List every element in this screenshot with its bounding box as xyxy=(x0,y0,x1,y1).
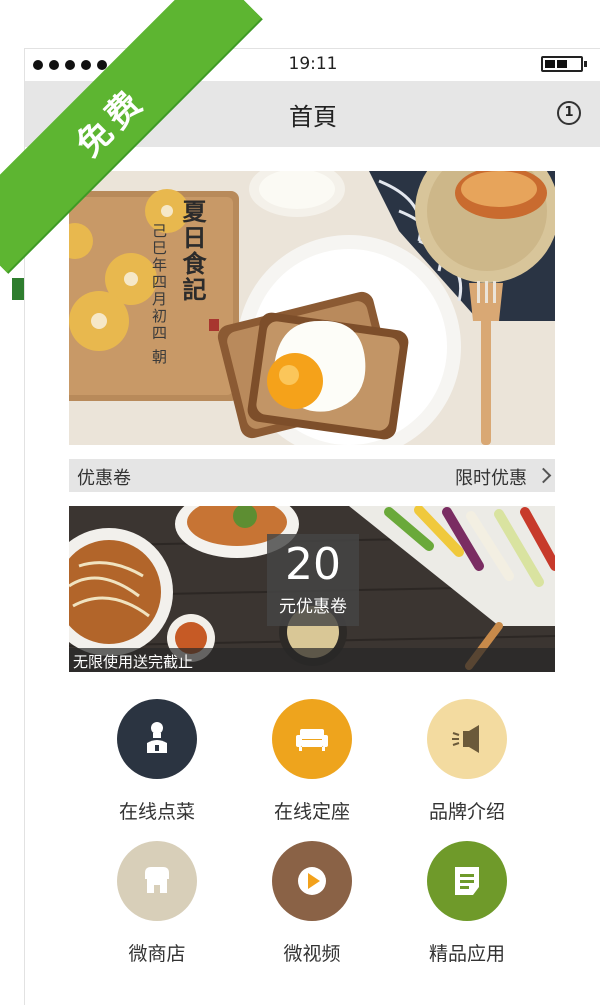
promo-footer: 无限使用送完截止 xyxy=(69,648,555,672)
hero-food-image xyxy=(69,171,555,445)
hero-caption: 夏日食記 xyxy=(178,199,207,303)
grid-label: 在线定座 xyxy=(273,801,350,823)
chef-icon xyxy=(117,699,197,779)
grid-item-micro-shop[interactable]: 微商店 xyxy=(87,841,227,966)
ribbon-fold xyxy=(12,278,24,300)
grid-label: 品牌介绍 xyxy=(428,801,505,823)
coupon-section-header[interactable]: 优惠卷 限时优惠 xyxy=(69,459,555,492)
grid-label: 微商店 xyxy=(128,943,186,965)
grid-item-order-online[interactable]: 在线点菜 xyxy=(87,699,227,824)
status-bar: 19:11 xyxy=(25,49,600,81)
coupon-value-badge: 20 元优惠卷 xyxy=(267,534,359,626)
chevron-right-icon xyxy=(535,467,552,484)
promo-footer-text: 无限使用送完截止 xyxy=(73,653,194,671)
grid-item-featured-apps[interactable]: 精品应用 xyxy=(397,841,537,966)
speaker-icon xyxy=(427,699,507,779)
sofa-icon xyxy=(272,699,352,779)
grid-label: 精品应用 xyxy=(428,943,505,965)
coupon-title: 优惠卷 xyxy=(77,468,131,489)
grid-item-micro-video[interactable]: 微视频 xyxy=(242,841,382,966)
grid-item-brand-intro[interactable]: 品牌介绍 xyxy=(397,699,537,824)
coupon-amount: 20 xyxy=(285,539,341,590)
limited-offer-link[interactable]: 限时优惠 xyxy=(455,464,527,490)
hero-banner[interactable]: 夏日食記 己巳年四月初四 朝 xyxy=(69,171,555,445)
page-title: 首頁 xyxy=(289,103,337,131)
notification-badge-icon[interactable]: 1 xyxy=(557,101,581,125)
phone-screen: 19:11 首頁 1 夏日食記 己巳年四月初四 朝 优惠卷 限时优惠 20 元优… xyxy=(24,48,600,1005)
hero-subcaption: 己巳年四月初四 朝 xyxy=(150,223,168,366)
grid-item-book-seat[interactable]: 在线定座 xyxy=(242,699,382,824)
play-icon xyxy=(272,841,352,921)
nav-bar: 首頁 1 xyxy=(25,81,600,147)
battery-icon xyxy=(541,56,587,72)
status-time: 19:11 xyxy=(288,54,338,74)
grid-label: 微视频 xyxy=(283,943,341,965)
seal-icon xyxy=(209,319,219,331)
coupon-unit: 元优惠卷 xyxy=(279,597,347,617)
shop-icon xyxy=(117,841,197,921)
promo-banner[interactable]: 20 元优惠卷 无限使用送完截止 xyxy=(69,506,555,672)
app-list-icon xyxy=(427,841,507,921)
grid-label: 在线点菜 xyxy=(118,801,195,823)
